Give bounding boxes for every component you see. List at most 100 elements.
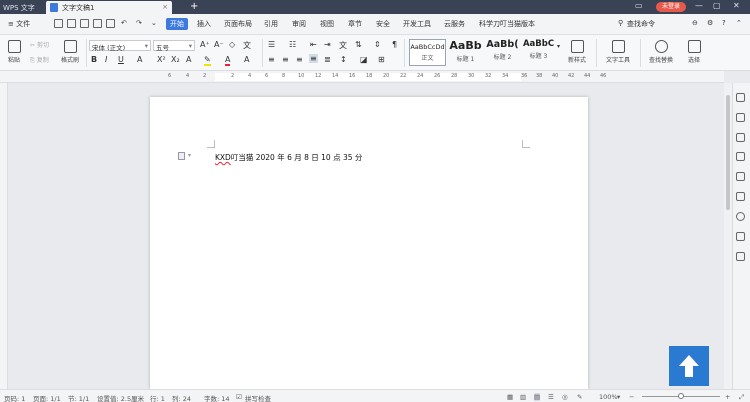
grow-font-icon[interactable]: A⁺ — [200, 40, 210, 49]
help-icon[interactable]: ? — [722, 19, 726, 27]
style-heading-1[interactable]: AaBb 标题 1 — [447, 39, 484, 66]
cursor-select-icon[interactable] — [736, 113, 745, 122]
new-style-button[interactable]: 新样式 — [564, 40, 590, 64]
tab-developer[interactable]: 开发工具 — [403, 19, 431, 29]
styles-more-icon[interactable]: ▾ — [557, 43, 560, 50]
link-icon[interactable] — [736, 252, 745, 261]
share-icon[interactable] — [736, 152, 745, 161]
undo-icon[interactable]: ↶ — [121, 19, 127, 27]
align-right-icon[interactable]: ≡ — [296, 55, 303, 64]
underline-button[interactable]: U — [118, 55, 124, 64]
adjust-icon[interactable] — [736, 192, 745, 201]
char-border-button[interactable]: A — [244, 55, 249, 64]
tab-page-layout[interactable]: 页面布局 — [224, 19, 252, 29]
window-icon[interactable]: ▭ — [635, 1, 643, 10]
edit-pen-icon[interactable] — [736, 93, 745, 102]
style-heading-3[interactable]: AaBbC 标题 3 — [521, 39, 556, 66]
zoom-dropdown-icon[interactable]: ▾ — [617, 393, 620, 401]
pinyin-icon[interactable]: 文 — [243, 40, 251, 51]
zoom-slider-handle[interactable] — [678, 393, 684, 399]
bullet-list-icon[interactable]: ☰ — [268, 40, 275, 49]
status-setting-value[interactable]: 设置值: 2.5厘米 — [97, 393, 144, 402]
comment-icon[interactable] — [736, 232, 745, 241]
tab-insert[interactable]: 插入 — [197, 19, 211, 29]
sort-icon[interactable]: ⇅ — [355, 40, 362, 49]
status-section[interactable]: 节: 1/1 — [68, 393, 89, 402]
style-normal[interactable]: AaBbCcDd 正文 — [409, 39, 446, 66]
outline-view-icon[interactable]: ☰ — [548, 393, 554, 401]
horizontal-ruler[interactable]: 6 4 2 2 4 6 8 10 12 14 16 18 20 22 24 26… — [0, 71, 724, 83]
font-size-select[interactable]: 五号 ▾ — [153, 40, 195, 52]
zoom-level[interactable]: 100% — [599, 393, 618, 401]
status-column[interactable]: 列: 24 — [172, 393, 191, 402]
tab-security[interactable]: 安全 — [376, 19, 390, 29]
maximize-icon[interactable]: ▢ — [713, 1, 721, 10]
spell-check-toggle[interactable]: 拼写检查 — [245, 393, 271, 402]
subscript-button[interactable]: X₂ — [171, 55, 180, 64]
read-mode-icon[interactable]: ▥ — [520, 393, 526, 401]
text-effect-button[interactable]: A — [186, 55, 191, 64]
export-pdf-icon[interactable] — [80, 19, 89, 28]
zoom-in-icon[interactable]: + — [725, 393, 730, 401]
back-to-top-button[interactable] — [669, 346, 709, 386]
tab-review[interactable]: 审阅 — [292, 19, 306, 29]
status-page-number[interactable]: 页码: 1 — [4, 393, 25, 402]
clear-format-icon[interactable]: ◇ — [229, 40, 235, 49]
status-pages[interactable]: 页面: 1/1 — [33, 393, 61, 402]
paragraph-menu-icon[interactable]: ▾ — [188, 152, 191, 159]
document-text[interactable]: KXD叮当猫 2020 年 6 月 8 日 10 点 35 分 — [215, 152, 362, 163]
eye-protect-icon[interactable]: ✎ — [577, 393, 582, 401]
superscript-button[interactable]: X² — [157, 55, 166, 64]
font-color-button[interactable]: A — [225, 55, 231, 66]
settings-icon[interactable]: ⚙ — [707, 19, 713, 27]
line-spacing-icon[interactable]: ⇕ — [374, 40, 381, 49]
paste-button[interactable]: 粘贴 — [4, 40, 24, 64]
customize-icon[interactable]: ⌄ — [151, 19, 157, 27]
new-tab-button[interactable]: + — [190, 1, 198, 12]
italic-button[interactable]: I — [105, 55, 107, 64]
show-marks-icon[interactable]: ¶ — [392, 40, 397, 49]
bold-button[interactable]: B — [91, 55, 97, 64]
tab-references[interactable]: 引用 — [264, 19, 278, 29]
spacing-icon[interactable]: ↕ — [340, 55, 347, 64]
indent-icon[interactable]: ⇥ — [324, 40, 331, 49]
tab-custom-version[interactable]: 科学刀叮当猫版本 — [479, 19, 535, 29]
copy-button[interactable]: ⎘ 复制 — [30, 55, 49, 65]
lock-icon[interactable] — [736, 133, 745, 142]
search-command[interactable]: 查找命令 — [627, 19, 655, 29]
align-center-icon[interactable]: ≡ — [282, 55, 289, 64]
distributed-icon[interactable]: ≣ — [324, 55, 331, 64]
save-icon[interactable] — [67, 19, 76, 28]
tab-cloud[interactable]: 云服务 — [444, 19, 465, 29]
select-button[interactable]: 选择 — [682, 40, 706, 64]
page-view-icon[interactable]: ▤ — [534, 393, 541, 401]
tab-chapter[interactable]: 章节 — [348, 19, 362, 29]
align-left-icon[interactable]: ≡ — [268, 55, 275, 64]
format-painter-button[interactable]: 格式刷 — [58, 40, 82, 64]
fit-icon[interactable]: ⤢ — [739, 393, 744, 402]
tab-view[interactable]: 视图 — [320, 19, 334, 29]
find-replace-button[interactable]: 查找替换 — [644, 40, 678, 64]
collapse-ribbon-icon[interactable]: ⌃ — [736, 19, 742, 27]
style-heading-2[interactable]: AaBb( 标题 2 — [484, 39, 521, 66]
outdent-icon[interactable]: ⇤ — [310, 40, 317, 49]
vertical-ruler[interactable] — [0, 83, 8, 389]
view-mode-icon[interactable]: ▦ — [507, 393, 513, 401]
status-word-count[interactable]: 字数: 14 — [204, 393, 230, 402]
number-list-icon[interactable]: ☷ — [289, 40, 296, 49]
minimize-icon[interactable]: — — [695, 1, 703, 10]
cut-button[interactable]: ✂ 剪切 — [30, 40, 49, 49]
zoom-out-icon[interactable]: − — [629, 393, 634, 401]
document-tab[interactable]: 文字文稿1 × — [46, 1, 172, 14]
chinese-layout-icon[interactable]: 文 — [339, 40, 347, 51]
shading-icon[interactable]: ◪ — [360, 55, 368, 64]
skin-icon[interactable]: ⊖ — [692, 19, 698, 27]
strikethrough-button[interactable]: A — [137, 55, 142, 64]
redo-icon[interactable]: ↷ — [136, 19, 142, 27]
justify-icon[interactable]: ≡ — [309, 54, 318, 63]
close-window-icon[interactable]: ✕ — [733, 1, 740, 10]
login-badge[interactable]: 未登录 — [656, 2, 686, 12]
history-icon[interactable] — [736, 212, 745, 221]
highlight-button[interactable]: ✎ — [204, 55, 211, 66]
scrollbar-thumb[interactable] — [726, 95, 730, 210]
